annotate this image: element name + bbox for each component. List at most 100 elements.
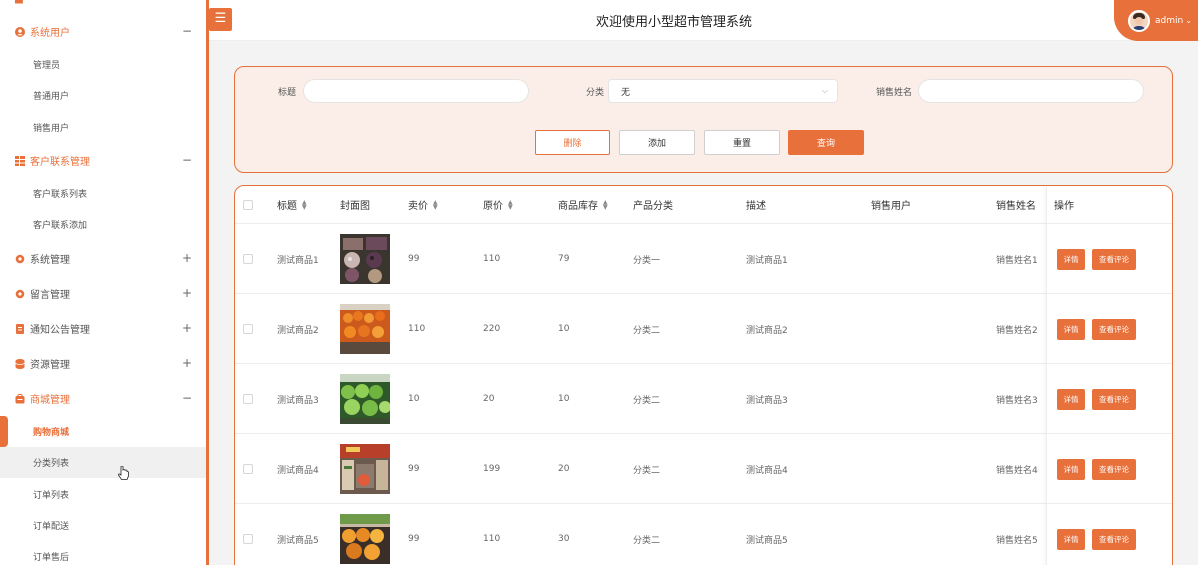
sidebar: ▆ 系统用户 − 管理员 普通用户 销售用户 客户联系管理 − 客户联系列表 客… (0, 0, 206, 565)
cell-description: 测试商品5 (746, 535, 788, 546)
row-checkbox[interactable] (243, 224, 253, 294)
cell-cover[interactable] (340, 434, 390, 504)
col-operation: 操作 (1054, 186, 1074, 223)
header-label: 标题 (277, 201, 297, 212)
cell-seller-name: 销售姓名3 (996, 395, 1038, 406)
username: admin (1155, 15, 1184, 26)
sidebar-item-label: 订单列表 (33, 491, 70, 501)
sidebar-item-contact-list[interactable]: 客户联系列表 (0, 178, 206, 209)
sidebar-item-contact-add[interactable]: 客户联系添加 (0, 209, 206, 240)
product-image[interactable] (340, 304, 390, 354)
table-row: 测试商品1 99 110 79 分类一 测试商品1 销售姓名1 (235, 224, 1172, 294)
seller-input[interactable] (918, 79, 1144, 103)
product-image[interactable] (340, 234, 390, 284)
collapse-icon[interactable]: − (182, 153, 192, 167)
sidebar-group-shop[interactable]: 商城管理 − (0, 382, 206, 415)
cell-description: 测试商品4 (746, 465, 788, 476)
sidebar-group-notices[interactable]: 通知公告管理 + (0, 312, 206, 345)
reset-button[interactable]: 重置 (704, 130, 780, 155)
row-checkbox[interactable] (243, 294, 253, 364)
operation-row: 详情 查看评论 (1047, 434, 1172, 504)
select-all-checkbox[interactable] (243, 186, 253, 223)
row-checkbox[interactable] (243, 504, 253, 565)
sidebar-group-resources[interactable]: 资源管理 + (0, 347, 206, 380)
cell-original-price: 20 (483, 394, 495, 404)
sidebar-group-system[interactable]: 系统管理 + (0, 242, 206, 275)
header-label: 原价 (483, 201, 503, 212)
sidebar-item-shopping-mall[interactable]: 购物商城 (0, 416, 206, 447)
add-button[interactable]: 添加 (619, 130, 695, 155)
expand-icon[interactable]: + (182, 286, 192, 300)
sidebar-item-label: 购物商城 (33, 428, 70, 438)
col-original-price[interactable]: 原价 ▲ ▼ (483, 186, 513, 223)
cell-original-price: 220 (483, 324, 501, 334)
sidebar-group-system-users[interactable]: 系统用户 − (0, 15, 206, 48)
view-comments-button[interactable]: 查看评论 (1092, 249, 1136, 270)
sidebar-item-partial[interactable]: ▆ (0, 0, 206, 14)
sidebar-item-label: 客户联系列表 (33, 190, 88, 200)
detail-button[interactable]: 详情 (1057, 529, 1085, 550)
sidebar-item-order-delivery[interactable]: 订单配送 (0, 510, 206, 541)
user-menu[interactable]: admin ⌄ (1114, 0, 1198, 41)
cell-cover[interactable] (340, 504, 390, 565)
view-comments-button[interactable]: 查看评论 (1092, 389, 1136, 410)
sidebar-item-admin[interactable]: 管理员 (0, 49, 206, 80)
sort-icon: ▲ ▼ (603, 198, 608, 211)
expand-icon[interactable]: + (182, 251, 192, 265)
product-image[interactable] (340, 374, 390, 424)
detail-button[interactable]: 详情 (1057, 459, 1085, 480)
sidebar-item-normal-user[interactable]: 普通用户 (0, 80, 206, 111)
row-checkbox[interactable] (243, 434, 253, 504)
document-icon: ▆ (15, 0, 25, 4)
expand-icon[interactable]: + (182, 321, 192, 335)
cell-cover[interactable] (340, 294, 390, 364)
sort-icon: ▲ ▼ (508, 198, 513, 211)
sidebar-item-order-list[interactable]: 订单列表 (0, 479, 206, 510)
col-category: 产品分类 (633, 186, 673, 223)
row-checkbox[interactable] (243, 364, 253, 434)
col-title[interactable]: 标题 ▲ ▼ (277, 186, 307, 223)
expand-icon[interactable]: + (182, 356, 192, 370)
title-label: 标题 (278, 88, 297, 98)
sidebar-group-messages[interactable]: 留言管理 + (0, 277, 206, 310)
category-label: 分类 (586, 88, 605, 98)
detail-button[interactable]: 详情 (1057, 249, 1085, 270)
cell-cover[interactable] (340, 224, 390, 294)
col-cover: 封面图 (340, 186, 370, 223)
delete-button[interactable]: 删除 (535, 130, 610, 155)
cell-title: 测试商品4 (277, 465, 319, 476)
cell-category: 分类一 (633, 255, 661, 266)
sidebar-group-label: 系统用户 (30, 28, 70, 39)
sidebar-item-after-sales[interactable]: 订单售后 (0, 541, 206, 565)
collapse-icon[interactable]: − (182, 391, 192, 405)
sidebar-item-sales-user[interactable]: 销售用户 (0, 112, 206, 143)
cell-price: 10 (408, 394, 420, 404)
cell-original-price: 110 (483, 534, 501, 544)
cell-title: 测试商品3 (277, 395, 319, 406)
title-input[interactable] (303, 79, 529, 103)
operation-row: 详情 查看评论 (1047, 364, 1172, 434)
detail-button[interactable]: 详情 (1057, 389, 1085, 410)
view-comments-button[interactable]: 查看评论 (1092, 319, 1136, 340)
operation-column: 操作 详情 查看评论 详情 查看评论 详情 查看评论 详情 查看评论 详情 查看评论 (1046, 186, 1172, 565)
app-root: ▆ 系统用户 − 管理员 普通用户 销售用户 客户联系管理 − 客户联系列表 客… (0, 0, 1198, 565)
col-stock[interactable]: 商品库存 ▲ ▼ (558, 186, 608, 223)
detail-button[interactable]: 详情 (1057, 319, 1085, 340)
col-price[interactable]: 卖价 ▲ ▼ (408, 186, 438, 223)
view-comments-button[interactable]: 查看评论 (1092, 459, 1136, 480)
sidebar-item-category-list[interactable]: 分类列表 (0, 447, 206, 478)
collapse-icon[interactable]: − (182, 24, 192, 38)
cell-stock: 20 (558, 464, 570, 474)
search-panel: 标题 分类 无 ⌵ 销售姓名 删除 添加 重置 查询 (234, 66, 1173, 173)
sidebar-item-label: 客户联系添加 (33, 221, 88, 231)
product-image[interactable] (340, 514, 390, 564)
sidebar-divider (206, 0, 209, 565)
view-comments-button[interactable]: 查看评论 (1092, 529, 1136, 550)
sidebar-group-label: 客户联系管理 (30, 157, 90, 168)
sidebar-group-contacts[interactable]: 客户联系管理 − (0, 144, 206, 177)
category-select[interactable]: 无 ⌵ (608, 79, 838, 103)
cell-description: 测试商品3 (746, 395, 788, 406)
cell-cover[interactable] (340, 364, 390, 434)
product-image[interactable] (340, 444, 390, 494)
query-button[interactable]: 查询 (788, 130, 864, 155)
